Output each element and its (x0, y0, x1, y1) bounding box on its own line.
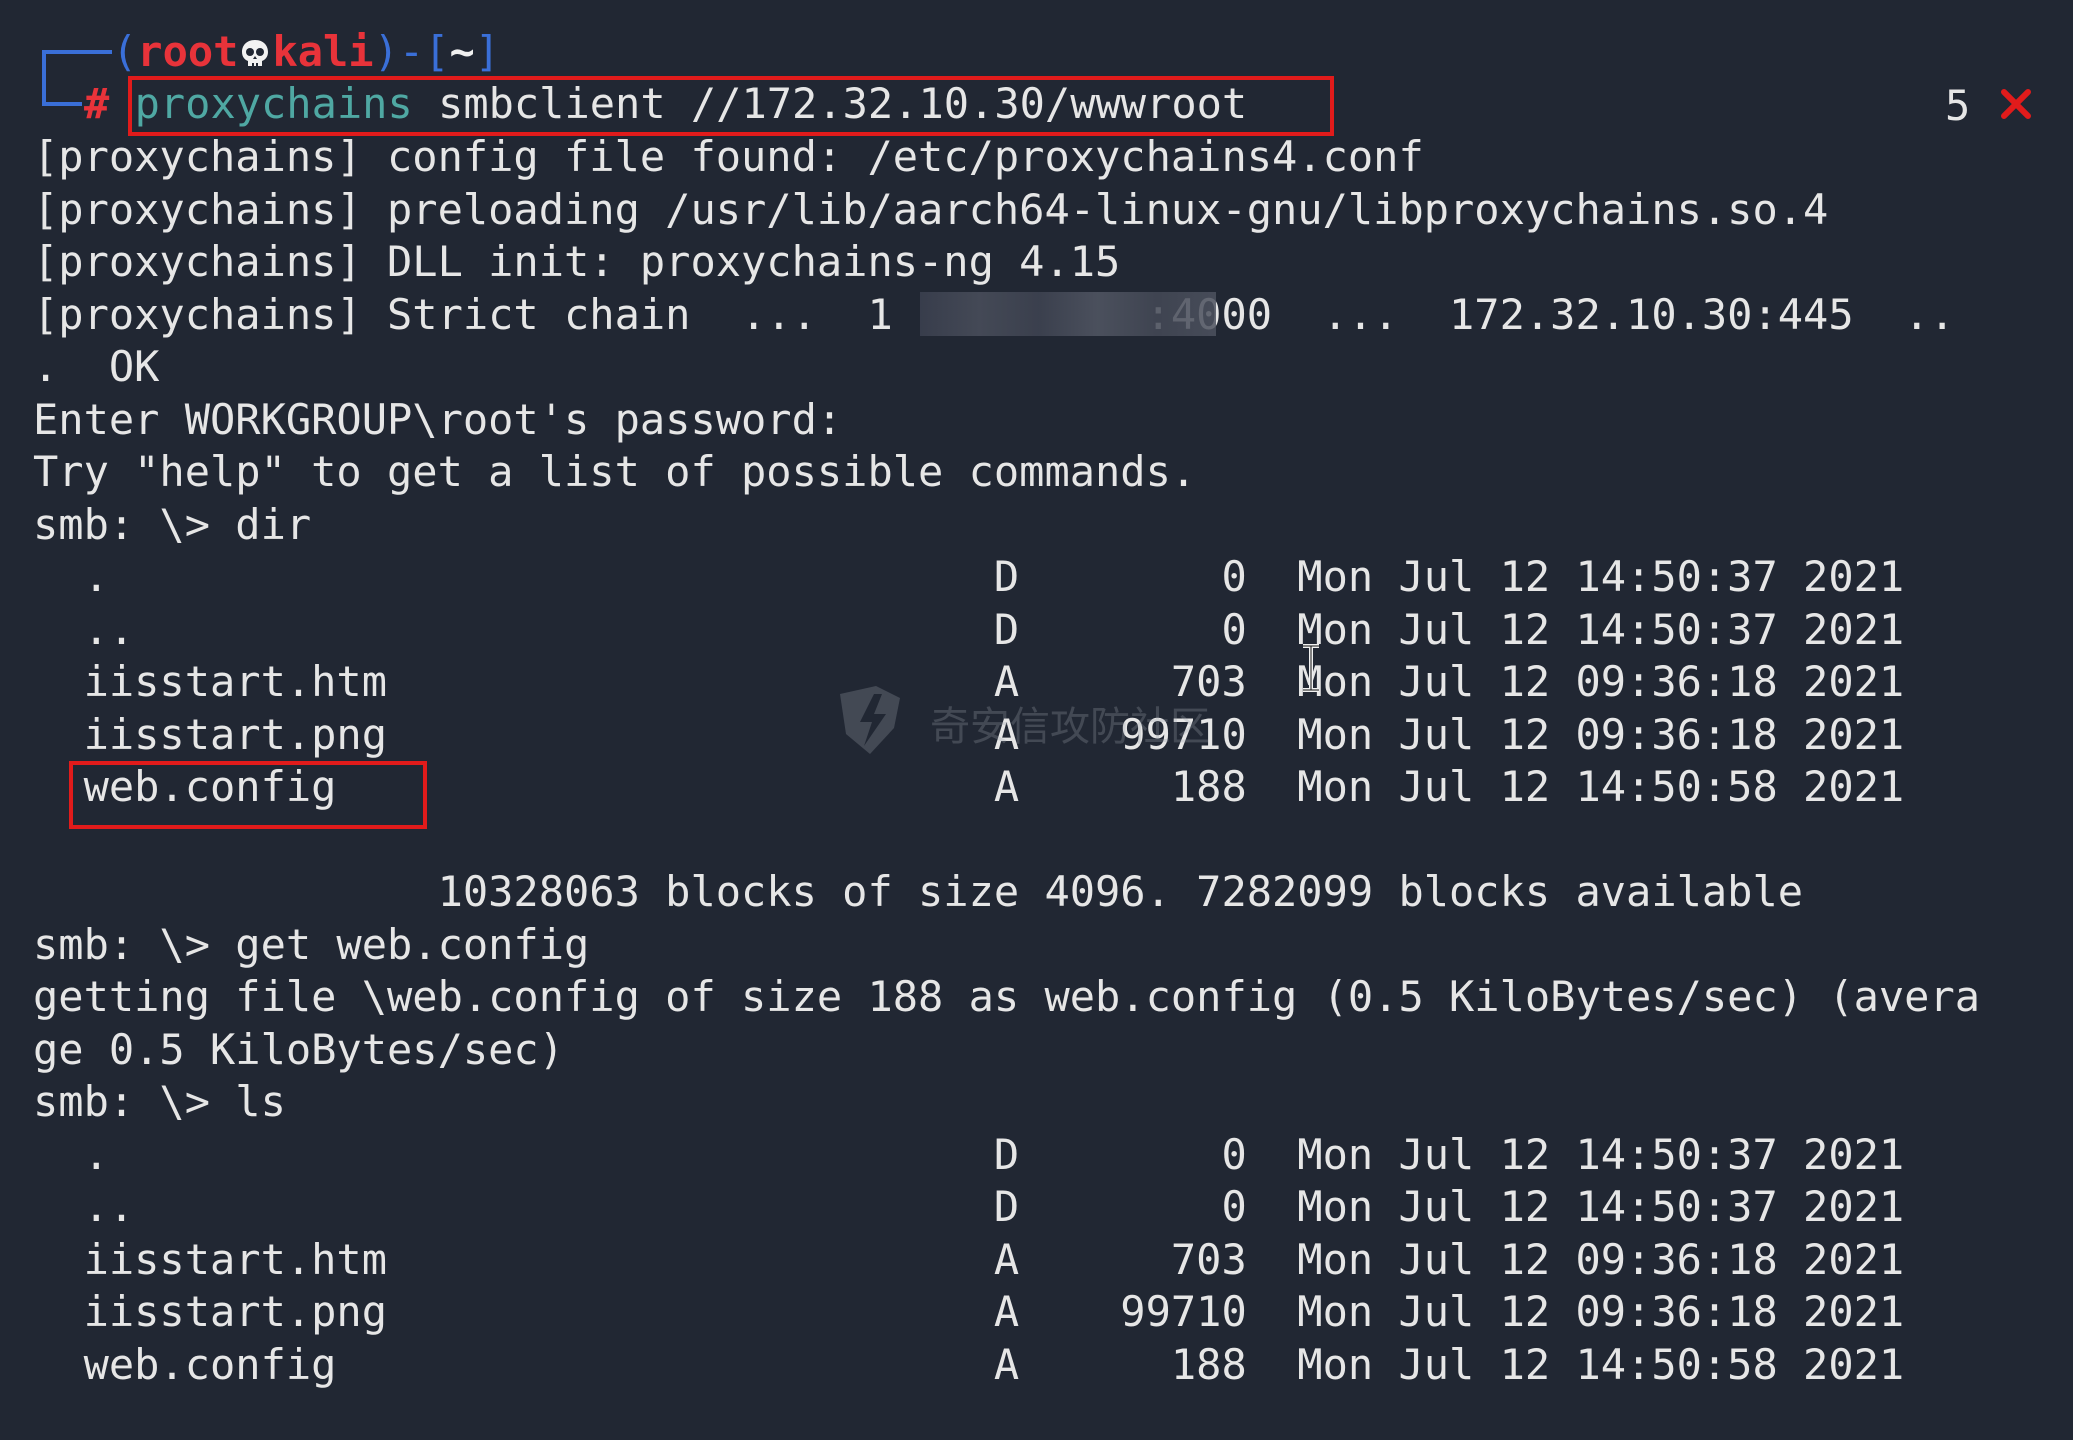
dir-row: . D 0 Mon Jul 12 14:50:37 2021 (33, 1130, 1905, 1179)
prompt-close: ] (474, 27, 501, 76)
prompt-open: ( (112, 27, 138, 76)
output-line: [proxychains] config file found: /etc/pr… (33, 132, 1424, 181)
file-highlight-box (69, 761, 427, 829)
output-line: smb: \> ls (33, 1077, 286, 1126)
close-icon (2001, 89, 2031, 119)
prompt-mid: )-[ (373, 27, 450, 76)
dir-row: .. D 0 Mon Jul 12 14:50:37 2021 (33, 1182, 1905, 1231)
command-highlight-box (128, 76, 1334, 136)
output-line: smb: \> get web.config (33, 920, 590, 969)
terminal-window[interactable]: (root kali)-[~] # proxychains smbclient /… (0, 0, 2073, 1440)
output-line: [proxychains] DLL init: proxychains-ng 4… (33, 237, 1121, 286)
prompt-user: root (137, 27, 239, 76)
output-line: getting file \web.config of size 188 as … (33, 972, 1981, 1021)
redacted-ip-blur (920, 292, 1216, 336)
output-line: smb: \> dir (33, 500, 312, 549)
skull-icon (242, 40, 269, 66)
dir-row: iisstart.htm A 703 Mon Jul 12 09:36:18 2… (33, 1235, 1905, 1284)
dir-row: . D 0 Mon Jul 12 14:50:37 2021 (33, 552, 1905, 601)
text-cursor-icon (1303, 644, 1319, 692)
dir-row: iisstart.png A 99710 Mon Jul 12 09:36:18… (33, 1287, 1905, 1336)
exit-counter: 5 (1945, 81, 1971, 130)
prompt-symbol: # (84, 79, 110, 128)
output-line: [proxychains] preloading /usr/lib/aarch6… (33, 185, 1829, 234)
watermark: 奇安信攻防社区 (830, 680, 1270, 760)
output-line: . OK (33, 342, 160, 391)
prompt-frame-top (42, 50, 112, 54)
prompt-frame-bottom (42, 102, 82, 106)
prompt-host: kali (272, 27, 374, 76)
watermark-logo-icon (840, 686, 900, 754)
dir-row: web.config A 188 Mon Jul 12 14:50:58 202… (33, 1340, 1905, 1389)
watermark-text: 奇安信攻防社区 (930, 704, 1210, 750)
output-line: Try "help" to get a list of possible com… (33, 447, 1197, 496)
prompt-cwd: ~ (449, 27, 475, 76)
output-line: Enter WORKGROUP\root's password: (33, 395, 843, 444)
prompt-frame-line (42, 50, 46, 106)
prompt-header: (root kali)-[~] (112, 26, 500, 78)
dir-row: .. D 0 Mon Jul 12 14:50:37 2021 (33, 605, 1905, 654)
output-line: ge 0.5 KiloBytes/sec) (33, 1025, 565, 1074)
output-line: 10328063 blocks of size 4096. 7282099 bl… (33, 867, 1804, 916)
